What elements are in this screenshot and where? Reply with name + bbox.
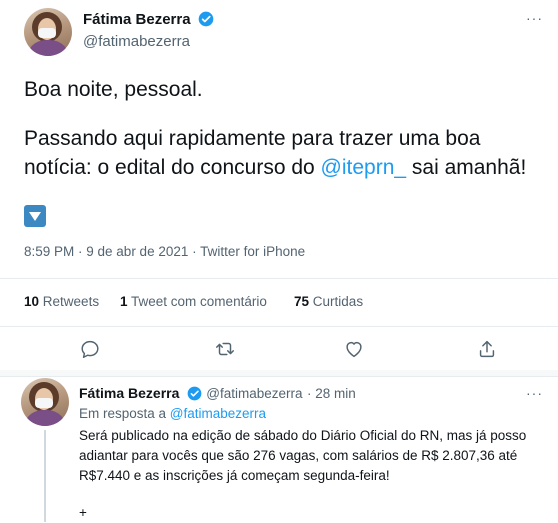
author-handle[interactable]: @fatimabezerra (83, 33, 190, 50)
reply-author-name[interactable]: Fátima Bezerra (79, 385, 179, 401)
divider (0, 278, 558, 279)
quote-tweets-count: 1 (120, 294, 128, 309)
likes-stat[interactable]: 75 Curtidas (294, 294, 363, 309)
quote-tweets-label: Tweet com comentário (131, 294, 267, 309)
quote-tweets-stat[interactable]: 1 Tweet com comentário (120, 294, 267, 309)
tweet-text-line-2: Passando aqui rapidamente para trazer um… (24, 127, 481, 150)
reply-text-plus: + (79, 505, 87, 520)
thread-line (44, 430, 46, 522)
like-icon[interactable] (343, 338, 365, 360)
likes-count: 75 (294, 294, 310, 309)
reply-time[interactable]: · 28 min (307, 386, 356, 401)
verified-badge-icon (198, 11, 214, 27)
divider (0, 376, 558, 377)
tweet-text-line-3: notícia: o edital do concurso do @iteprn… (24, 153, 526, 182)
in-reply-to-prefix: Em resposta a (79, 406, 170, 421)
reply-text-line-2: adiantar para vocês que são 276 vagas, c… (79, 448, 518, 463)
tweet-text-segment-end: sai amanhã! (406, 156, 527, 179)
retweets-stat[interactable]: 10 Retweets (24, 294, 99, 309)
in-reply-to-handle[interactable]: @fatimabezerra (170, 406, 266, 421)
avatar-body (23, 410, 67, 426)
share-icon[interactable] (476, 338, 498, 360)
reply-more-options-icon[interactable]: ··· (526, 385, 543, 401)
retweets-count: 10 (24, 294, 40, 309)
tweet-timestamp[interactable]: 8:59 PM · 9 de abr de 2021 · Twitter for… (24, 244, 305, 259)
reply-text-line-3: R$7.440 e as inscrições já começam segun… (79, 468, 390, 483)
mention-link[interactable]: @iteprn_ (321, 156, 407, 179)
author-avatar[interactable] (24, 8, 72, 56)
tweet-text-segment: notícia: o edital do concurso do (24, 156, 321, 179)
reply-author-handle[interactable]: @fatimabezerra (206, 386, 302, 401)
in-reply-to: Em resposta a @fatimabezerra (79, 406, 266, 421)
more-options-icon[interactable]: ··· (526, 10, 543, 26)
verified-badge-icon (187, 386, 202, 401)
retweets-label: Retweets (42, 294, 100, 309)
tweet-text-line-1: Boa noite, pessoal. (24, 78, 203, 101)
reply-text-line-1: Será publicado na edição de sábado do Di… (79, 428, 527, 443)
reply-author-avatar[interactable] (21, 378, 69, 426)
divider (0, 326, 558, 327)
avatar-mask (38, 28, 56, 38)
reply-icon[interactable] (79, 338, 101, 360)
retweet-icon[interactable] (214, 338, 236, 360)
author-name[interactable]: Fátima Bezerra (83, 11, 191, 28)
down-arrow-emoji-icon (24, 205, 46, 227)
likes-label: Curtidas (312, 294, 364, 309)
reply-header: Fátima Bezerra @fatimabezerra · 28 min (79, 385, 356, 403)
author-name-row[interactable]: Fátima Bezerra (83, 11, 214, 29)
avatar-body (26, 40, 70, 56)
avatar-mask (35, 398, 53, 408)
